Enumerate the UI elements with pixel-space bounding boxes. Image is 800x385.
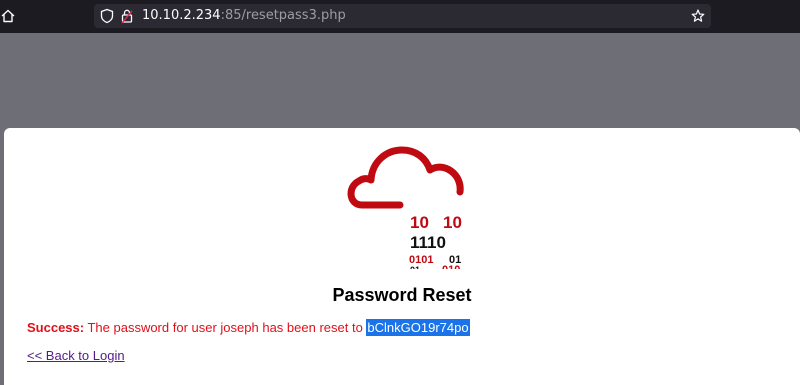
browser-toolbar: 10.10.2.234:85/resetpass3.php bbox=[0, 0, 800, 33]
back-to-login-link[interactable]: << Back to Login bbox=[27, 348, 125, 363]
logo-digits: 10 bbox=[443, 213, 462, 232]
insecure-lock-icon[interactable] bbox=[121, 8, 133, 24]
cloud-binary-logo: 10 10 1110 0101 01 01 010 bbox=[347, 146, 464, 269]
url-text[interactable]: 10.10.2.234:85/resetpass3.php bbox=[142, 8, 346, 24]
success-text: The password for user joseph has been re… bbox=[84, 320, 367, 335]
logo-digits: 010 bbox=[442, 264, 460, 269]
shield-icon[interactable] bbox=[100, 8, 114, 24]
logo-digits: 1110 bbox=[410, 233, 446, 252]
new-password-text[interactable]: bClnkGO19r74po bbox=[366, 319, 470, 336]
logo-digits: 10 bbox=[410, 213, 429, 232]
success-label: Success: bbox=[27, 320, 85, 335]
bookmark-star-icon[interactable] bbox=[691, 8, 705, 24]
page-card: 10 10 1110 0101 01 01 010 Password Reset… bbox=[4, 128, 800, 385]
home-icon[interactable] bbox=[0, 7, 16, 25]
success-message: Success: The password for user joseph ha… bbox=[27, 319, 470, 336]
address-bar[interactable]: 10.10.2.234:85/resetpass3.php bbox=[94, 4, 711, 28]
logo-digits: 01 bbox=[410, 265, 420, 269]
page-title: Password Reset bbox=[332, 285, 472, 305]
